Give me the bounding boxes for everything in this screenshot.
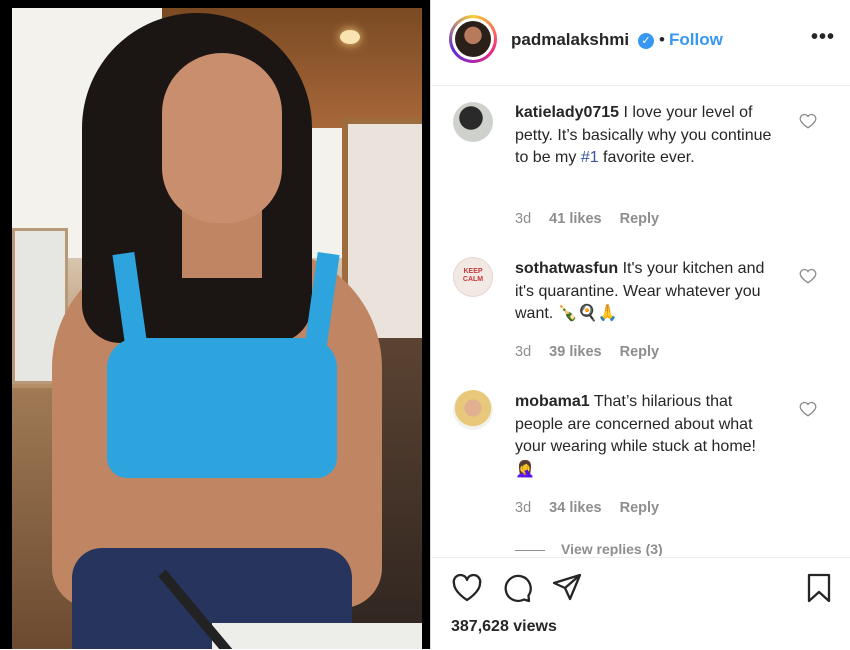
comment-likes[interactable]: 41 likes <box>549 211 601 227</box>
comment-meta: 3d 39 likes Reply <box>515 344 673 360</box>
comment-body-end: favorite ever. <box>598 149 695 166</box>
comment-emoji: 🍾🍳🙏 <box>557 305 618 322</box>
person-face <box>162 53 282 223</box>
commenter-avatar[interactable]: KEEP CALM <box>453 257 493 297</box>
post-actions-bar: 387,628 views <box>431 557 850 650</box>
media-panel <box>0 0 430 649</box>
view-replies-label: View replies (3) <box>561 541 663 556</box>
comment-age: 3d <box>515 211 532 227</box>
comment-like-icon[interactable] <box>799 400 817 418</box>
comment-text: sothatwasfun It's your kitchen and it's … <box>515 258 780 326</box>
heart-icon[interactable] <box>451 572 483 604</box>
post-details-panel: padmalakshmi ✓ • Follow ••• katielady071… <box>430 0 850 649</box>
reply-button[interactable]: Reply <box>620 344 660 360</box>
reply-button[interactable]: Reply <box>620 211 660 227</box>
post-header: padmalakshmi ✓ • Follow ••• <box>431 0 850 86</box>
avatar-caption: KEEP CALM <box>462 268 484 283</box>
comment-username[interactable]: katielady0715 <box>515 104 619 121</box>
comment-emoji: 🤦‍♀️ <box>515 460 535 478</box>
follow-button[interactable]: Follow <box>669 30 723 50</box>
verified-badge-icon: ✓ <box>638 33 654 49</box>
comment-meta: 3d 41 likes Reply <box>515 211 673 227</box>
view-replies-divider <box>515 549 545 551</box>
cutting-board <box>212 623 422 649</box>
reply-button[interactable]: Reply <box>620 500 660 516</box>
comment-icon[interactable] <box>501 572 533 604</box>
more-options-icon[interactable]: ••• <box>811 26 835 49</box>
comment-like-icon[interactable] <box>799 267 817 285</box>
blue-crop-top <box>107 338 337 478</box>
commenter-avatar[interactable] <box>453 102 493 142</box>
comment-username[interactable]: mobama1 <box>515 393 590 410</box>
post-video[interactable] <box>12 8 422 649</box>
comment-meta: 3d 34 likes Reply <box>515 500 673 516</box>
comment-username[interactable]: sothatwasfun <box>515 260 618 277</box>
author-avatar[interactable] <box>449 15 497 63</box>
comment-likes[interactable]: 34 likes <box>549 500 601 516</box>
view-replies-button[interactable]: View replies (3) <box>515 541 663 556</box>
comment-age: 3d <box>515 500 532 516</box>
header-separator: • <box>659 30 665 49</box>
send-icon[interactable] <box>551 572 583 604</box>
view-count: 387,628 views <box>451 618 557 635</box>
comment-hashtag[interactable]: #1 <box>581 149 599 166</box>
comment-likes[interactable]: 39 likes <box>549 344 601 360</box>
comments-list[interactable]: katielady0715 I love your level of petty… <box>431 86 850 556</box>
ceiling-light <box>340 30 360 44</box>
comment-text: katielady0715 I love your level of petty… <box>515 102 780 170</box>
instagram-post-window: padmalakshmi ✓ • Follow ••• katielady071… <box>0 0 850 649</box>
comment-age: 3d <box>515 344 532 360</box>
bookmark-icon[interactable] <box>803 572 835 604</box>
commenter-avatar[interactable] <box>453 390 493 430</box>
comment-text: mobama1 That’s hilarious that people are… <box>515 391 780 481</box>
comment-like-icon[interactable] <box>799 112 817 130</box>
author-username[interactable]: padmalakshmi <box>511 30 629 50</box>
